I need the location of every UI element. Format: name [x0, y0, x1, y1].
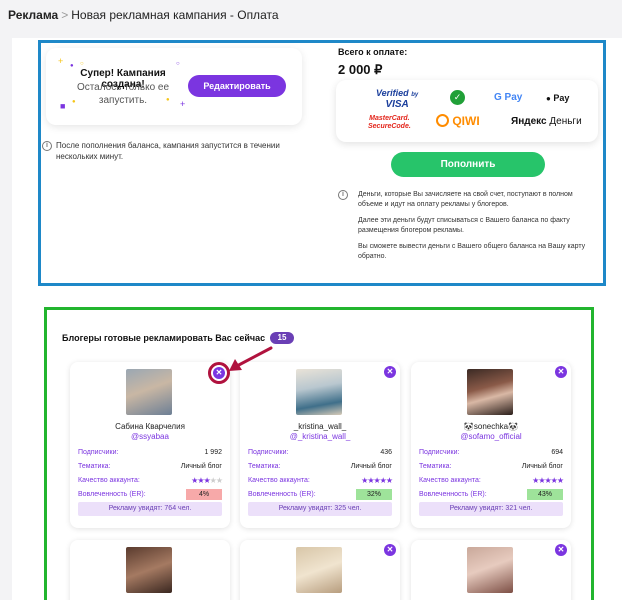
- er-value: 32%: [356, 489, 392, 500]
- followers-label: Подписчики:: [78, 449, 119, 456]
- reach-info: Рекламу увидят: 321 чел.: [419, 502, 563, 516]
- er-row: Вовлеченность (ER): 32%: [248, 489, 392, 501]
- er-label: Вовлеченность (ER):: [248, 491, 316, 498]
- blogger-handle-link[interactable]: @ssyabaa: [70, 432, 230, 441]
- er-row: Вовлеченность (ER): 4%: [78, 489, 222, 501]
- bloggers-section-title: Блогеры готовые рекламировать Вас сейчас: [62, 333, 266, 343]
- quality-stars-icon: ★★★★★: [191, 476, 223, 485]
- quality-label: Качество аккаунта:: [419, 477, 481, 484]
- followers-value: 694: [551, 449, 563, 456]
- annotation-arrow-icon: [229, 346, 273, 371]
- followers-label: Подписчики:: [419, 449, 460, 456]
- blogger-name: 🐼sonechka🐼: [463, 422, 519, 431]
- bloggers-count-badge: 15: [270, 332, 294, 344]
- topic-value: Личный блог: [180, 463, 222, 470]
- breadcrumb: Реклама > Новая рекламная кампания - Оплат…: [8, 8, 279, 22]
- close-icon[interactable]: ✕: [384, 544, 396, 556]
- er-label: Вовлеченность (ER):: [419, 491, 487, 498]
- quality-stars-icon: ★★★★★: [532, 476, 564, 485]
- er-label: Вовлеченность (ER):: [78, 491, 146, 498]
- avatar: [467, 547, 513, 593]
- close-icon[interactable]: ✕: [555, 366, 567, 378]
- topic-label: Тематика:: [248, 463, 281, 470]
- followers-row: Подписчики: 694: [419, 447, 563, 459]
- followers-value: 1 992: [204, 449, 222, 456]
- blogger-card[interactable]: ✕ _kristina_wall_ @_kristina_wall_ Подпи…: [240, 362, 400, 528]
- blogger-card[interactable]: ✕: [240, 540, 400, 600]
- avatar: [296, 547, 342, 593]
- followers-label: Подписчики:: [248, 449, 289, 456]
- followers-value: 436: [380, 449, 392, 456]
- topic-value: Личный блог: [350, 463, 392, 470]
- close-icon[interactable]: ✕: [384, 366, 396, 378]
- blogger-card[interactable]: [70, 540, 230, 600]
- topic-label: Тематика:: [78, 463, 111, 470]
- avatar: [126, 369, 172, 415]
- avatar: [467, 369, 513, 415]
- topic-row: Тематика: Личный блог: [78, 461, 222, 473]
- avatar: [296, 369, 342, 415]
- reach-info: Рекламу увидят: 764 чел.: [78, 502, 222, 516]
- followers-row: Подписчики: 1 992: [78, 447, 222, 459]
- topic-label: Тематика:: [419, 463, 452, 470]
- quality-label: Качество аккаунта:: [78, 477, 140, 484]
- quality-stars-icon: ★★★★★: [361, 476, 393, 485]
- followers-row: Подписчики: 436: [248, 447, 392, 459]
- blogger-handle-link[interactable]: @sofamo_official: [411, 432, 571, 441]
- payment-section-frame: [38, 40, 606, 286]
- quality-label: Качество аккаунта:: [248, 477, 310, 484]
- topic-row: Тематика: Личный блог: [419, 461, 563, 473]
- avatar: [126, 547, 172, 593]
- er-row: Вовлеченность (ER): 43%: [419, 489, 563, 501]
- quality-row: Качество аккаунта: ★★★★★: [248, 475, 393, 487]
- blogger-card[interactable]: ✕: [411, 540, 571, 600]
- quality-row: Качество аккаунта: ★★★★★: [78, 475, 223, 487]
- er-value: 4%: [186, 489, 222, 500]
- topic-value: Личный блог: [521, 463, 563, 470]
- top-bar: Реклама > Новая рекламная кампания - Оплат…: [0, 0, 622, 38]
- breadcrumb-separator: >: [61, 8, 69, 22]
- blogger-card[interactable]: Сабина Кварчелия @ssyabaa Подписчики: 1 …: [70, 362, 230, 528]
- blogger-name: _kristina_wall_: [293, 422, 347, 431]
- breadcrumb-root-link[interactable]: Реклама: [8, 8, 58, 22]
- blogger-name: Сабина Кварчелия: [115, 422, 185, 431]
- breadcrumb-current: Новая рекламная кампания - Оплата: [71, 8, 279, 22]
- blogger-handle-link[interactable]: @_kristina_wall_: [240, 432, 400, 441]
- reach-info: Рекламу увидят: 325 чел.: [248, 502, 392, 516]
- er-value: 43%: [527, 489, 563, 500]
- blogger-card[interactable]: ✕ 🐼sonechka🐼 @sofamo_official Подписчики…: [411, 362, 571, 528]
- quality-row: Качество аккаунта: ★★★★★: [419, 475, 564, 487]
- close-icon[interactable]: ✕: [555, 544, 567, 556]
- topic-row: Тематика: Личный блог: [248, 461, 392, 473]
